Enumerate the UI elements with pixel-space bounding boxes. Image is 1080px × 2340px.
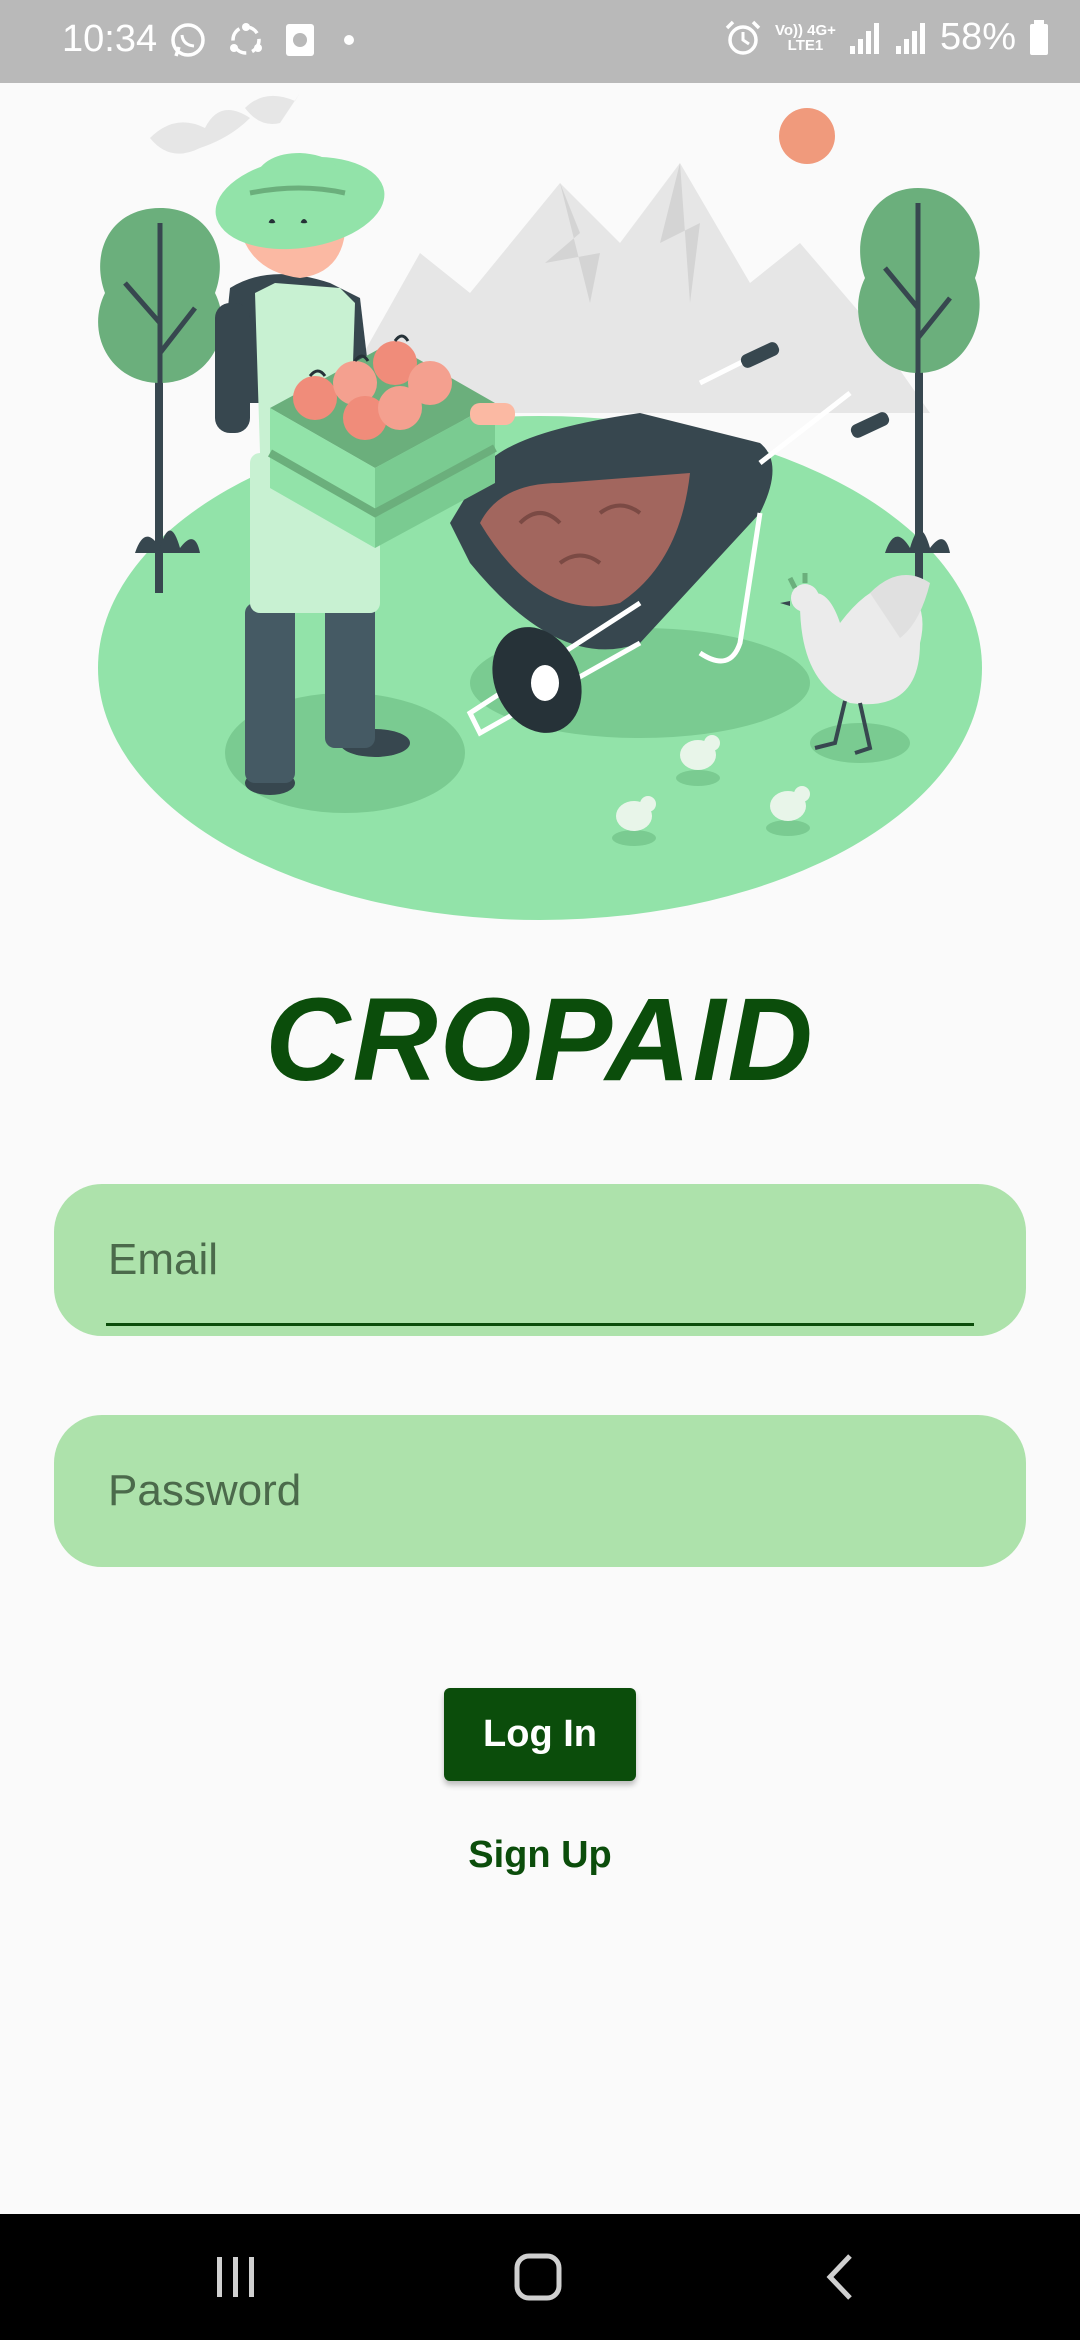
status-left-icons: [168, 20, 364, 60]
whatsapp-icon: [171, 23, 205, 57]
network-type: Vo)) 4G+ LTE1: [774, 21, 836, 54]
notification-icon: [286, 24, 314, 56]
alarm-icon: [725, 20, 761, 55]
password-field-container[interactable]: [54, 1415, 1026, 1567]
farmer-illustration: [98, 93, 982, 920]
navigation-bar: [0, 2214, 1080, 2340]
email-field-underline: [106, 1323, 974, 1326]
dot-icon: [344, 35, 354, 45]
status-right: Vo)) 4G+ LTE1 58%: [723, 16, 1050, 59]
battery-icon: [1030, 19, 1048, 55]
app-title: CROPAID: [265, 974, 815, 1106]
password-field[interactable]: [106, 1455, 980, 1527]
recents-button[interactable]: [196, 2242, 276, 2312]
signal-icon: [849, 22, 879, 54]
home-icon: [514, 2253, 562, 2301]
login-button[interactable]: Log In: [444, 1688, 636, 1781]
back-button[interactable]: [800, 2242, 880, 2312]
signal-icon: [895, 22, 925, 54]
email-field-container[interactable]: [54, 1184, 1026, 1336]
signup-link[interactable]: Sign Up: [0, 1834, 1080, 1877]
back-icon: [826, 2254, 852, 2300]
sync-icon: [230, 23, 262, 55]
status-bar: 10:34 Vo)) 4G+ LTE1 58%: [0, 0, 1080, 83]
status-time: 10:34: [62, 18, 158, 60]
email-field[interactable]: [106, 1224, 980, 1296]
home-button[interactable]: [498, 2242, 578, 2312]
recents-icon: [217, 2257, 254, 2297]
battery-percent: 58%: [939, 16, 1016, 58]
